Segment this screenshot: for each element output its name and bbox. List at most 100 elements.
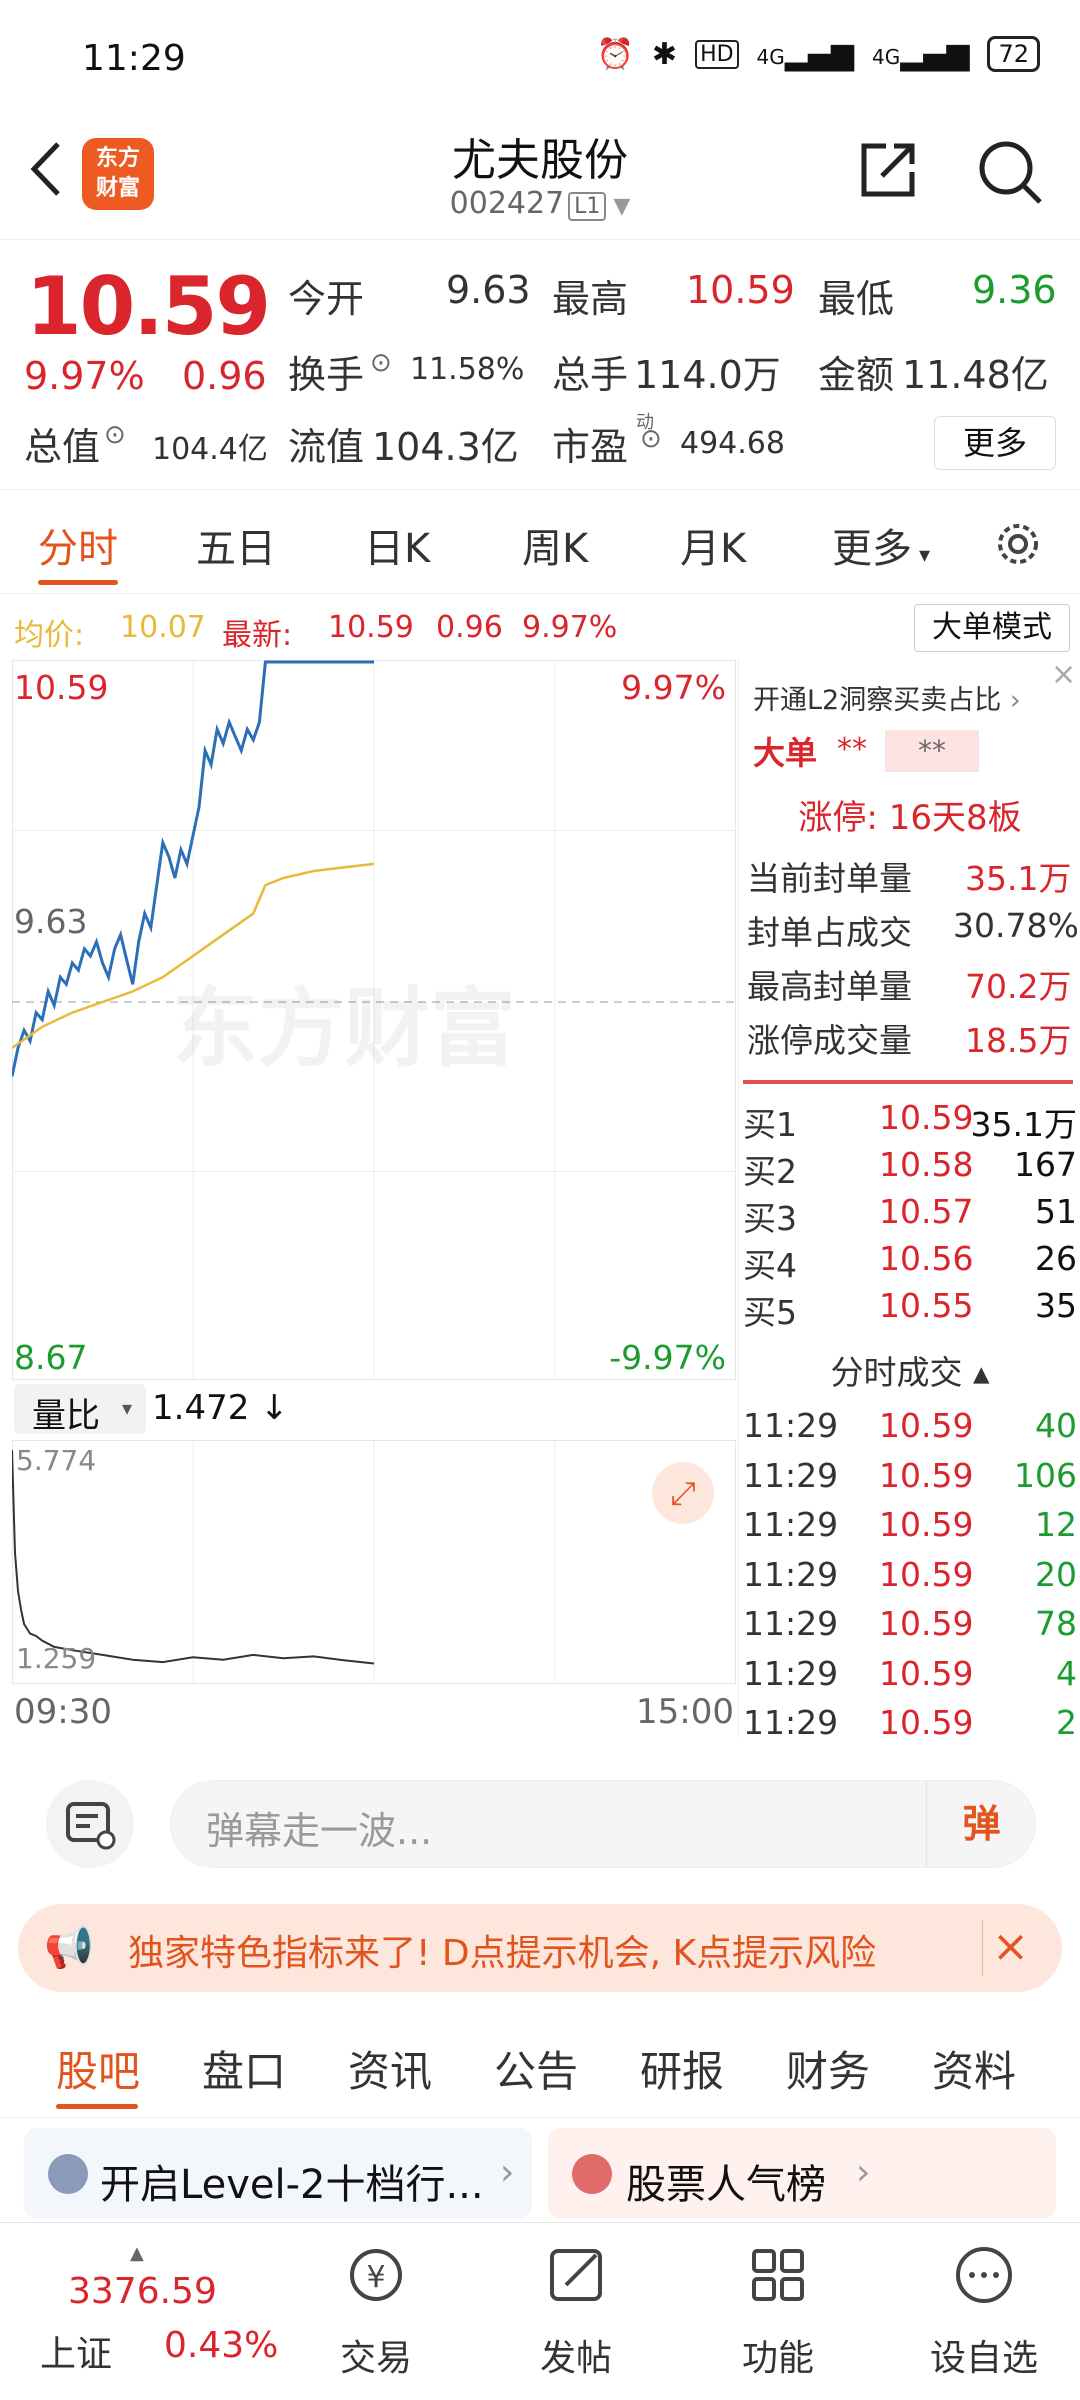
tick-row: 11:29 10.59 20 (739, 1555, 1080, 1603)
intraday-chart[interactable]: 10.59 9.97% 9.63 8.67 -9.97% 东方财富 (12, 660, 736, 1380)
tick-qty: 20 (1035, 1554, 1077, 1594)
pe-label: 市盈 (552, 425, 629, 469)
seal-ratio-value: 30.78% (953, 906, 1079, 945)
alarm-icon: ⏰ (596, 36, 634, 72)
tick-qty: 12 (1035, 1505, 1077, 1544)
ticks-title[interactable]: 分时成交 ▴ (739, 1346, 1080, 1394)
total-cap-label: 总值 (24, 425, 101, 469)
megaphone-icon: 📢 (44, 1925, 94, 1971)
tab-weekly-k[interactable]: 周K (522, 516, 588, 574)
svg-text:¥: ¥ (366, 2260, 385, 2295)
index-ticker[interactable]: ▲ 3376.59 上证 0.43% (40, 2243, 278, 2383)
bid-label: 买3 (743, 1199, 797, 1238)
tab-daily-k[interactable]: 日K (364, 516, 430, 574)
search-icon (979, 141, 1042, 204)
limit-vol-value: 18.5万 (965, 1021, 1072, 1060)
price-axis-top: 10.59 (14, 668, 109, 707)
danmu-toggle-button[interactable]: 弹 (926, 1780, 1036, 1868)
nav-functions[interactable]: 功能 (718, 2241, 838, 2391)
big-order-masked-1: ** (837, 732, 867, 767)
nav-add-watchlist[interactable]: 设自选 (914, 2241, 1054, 2391)
tick-row: 11:29 10.59 4 (739, 1654, 1080, 1702)
search-button[interactable] (974, 136, 1046, 208)
more-quote-button[interactable]: 更多 (934, 416, 1056, 470)
seal-ratio-label: 封单占成交 (747, 913, 912, 952)
close-icon[interactable]: × (1051, 660, 1080, 690)
tab-news[interactable]: 资讯 (348, 2038, 432, 2099)
tick-row: 11:29 10.59 78 (739, 1604, 1080, 1652)
volume-ratio-selector[interactable]: 量比 ▾ (14, 1384, 146, 1436)
float-cap-value: 104.3亿 (372, 425, 519, 469)
expand-chart-button[interactable]: ⤢ (652, 1462, 714, 1524)
limit-vol-label: 涨停成交量 (747, 1021, 912, 1060)
tick-time: 11:29 (743, 1703, 839, 1742)
bid-label: 买2 (743, 1152, 797, 1191)
bluetooth-icon: ✱ (651, 36, 678, 72)
tab-pankou[interactable]: 盘口 (202, 2038, 286, 2099)
info-icon[interactable]: ⊙ (640, 424, 662, 454)
nav-post-label: 发帖 (539, 2338, 612, 2379)
tab-intraday[interactable]: 分时 (38, 516, 118, 574)
active-tab-indicator (56, 2104, 138, 2109)
promo-text: 独家特色指标来了! D点提示机会, K点提示风险 (128, 1933, 877, 1974)
danmu-settings-button[interactable] (46, 1780, 134, 1868)
dropdown-icon: ▾ (122, 1396, 133, 1420)
avg-price-value: 10.07 (120, 610, 206, 645)
promo-banner[interactable]: 📢 独家特色指标来了! D点提示机会, K点提示风险 × (18, 1904, 1062, 1992)
share-button[interactable] (856, 138, 920, 202)
stock-code: 002427 (449, 186, 565, 221)
bid-qty: 35 (1035, 1286, 1077, 1325)
latest-change: 0.96 (436, 610, 503, 645)
bid-price: 10.59 (879, 1098, 974, 1137)
max-seal-label: 最高封单量 (747, 967, 912, 1006)
vr-axis-top: 5.774 (16, 1444, 97, 1477)
info-icon[interactable]: ⊙ (104, 420, 126, 450)
up-triangle-icon: ▲ (130, 2243, 144, 2264)
chart-settings-button[interactable] (990, 516, 1046, 572)
grid-icon (752, 2249, 804, 2301)
tab-guba[interactable]: 股吧 (56, 2038, 140, 2099)
big-order-mode-button[interactable]: 大单模式 (914, 604, 1070, 652)
chart-watermark: 东方财富 (172, 979, 516, 1079)
total-cap-value: 104.4亿 (152, 432, 268, 467)
gear-icon (998, 524, 1038, 564)
nav-trade[interactable]: ¥ 交易 (316, 2241, 436, 2391)
order-book-panel: 开通L2洞察买卖占比 › × 大单 ** ** 涨停: 16天8板 当前封单量 … (738, 660, 1080, 1742)
tab-finance[interactable]: 财务 (786, 2038, 870, 2099)
l2-promo-link[interactable]: 开通L2洞察买卖占比 › (753, 678, 1021, 717)
nav-add-watchlist-label: 设自选 (929, 2338, 1038, 2379)
open-value: 9.63 (446, 268, 531, 312)
nav-post[interactable]: 发帖 (516, 2241, 636, 2391)
tick-time: 11:29 (743, 1604, 839, 1643)
stock-header: 东方 财富 尤夫股份 002427 L1 ▼ (0, 120, 1080, 240)
high-label: 最高 (552, 277, 629, 321)
limit-up-row: 涨停: 16天8板 (798, 798, 1022, 838)
price-axis-mid: 9.63 (14, 902, 88, 941)
tab-monthly-k[interactable]: 月K (680, 516, 746, 574)
tick-time: 11:29 (743, 1455, 839, 1495)
promo-close-button[interactable]: × (982, 1920, 1038, 1976)
tick-row: 11:29 10.59 12 (739, 1505, 1080, 1553)
bid-label: 买1 (743, 1105, 797, 1144)
info-icon[interactable]: ⊙ (370, 348, 392, 378)
dropdown-icon: ▾ (912, 543, 931, 568)
signal-icon-1: 4G▂▄▆ (756, 36, 854, 72)
tab-announcements[interactable]: 公告 (494, 2038, 578, 2099)
hd-icon: HD (695, 39, 739, 69)
big-order-masked-2: ** (885, 730, 979, 772)
bid-price: 10.57 (879, 1192, 974, 1231)
bid-price: 10.56 (879, 1239, 974, 1278)
tab-research[interactable]: 研报 (640, 2038, 724, 2099)
tick-price: 10.59 (879, 1505, 974, 1544)
avg-price-label: 均价: (14, 618, 85, 653)
tab-five-day[interactable]: 五日 (196, 516, 276, 574)
tab-profile[interactable]: 资料 (932, 2038, 1016, 2099)
index-value: 3376.59 (68, 2271, 217, 2312)
tab-more[interactable]: 更多 ▾ (832, 516, 930, 574)
index-name: 上证 (40, 2334, 113, 2375)
tick-price: 10.59 (879, 1653, 974, 1693)
dropdown-icon: ▼ (606, 194, 631, 219)
volume-ratio-value: 1.472 ↓ (152, 1388, 289, 1428)
level-badge: L1 (568, 192, 607, 221)
expand-icon: ⤢ (670, 1474, 696, 1512)
